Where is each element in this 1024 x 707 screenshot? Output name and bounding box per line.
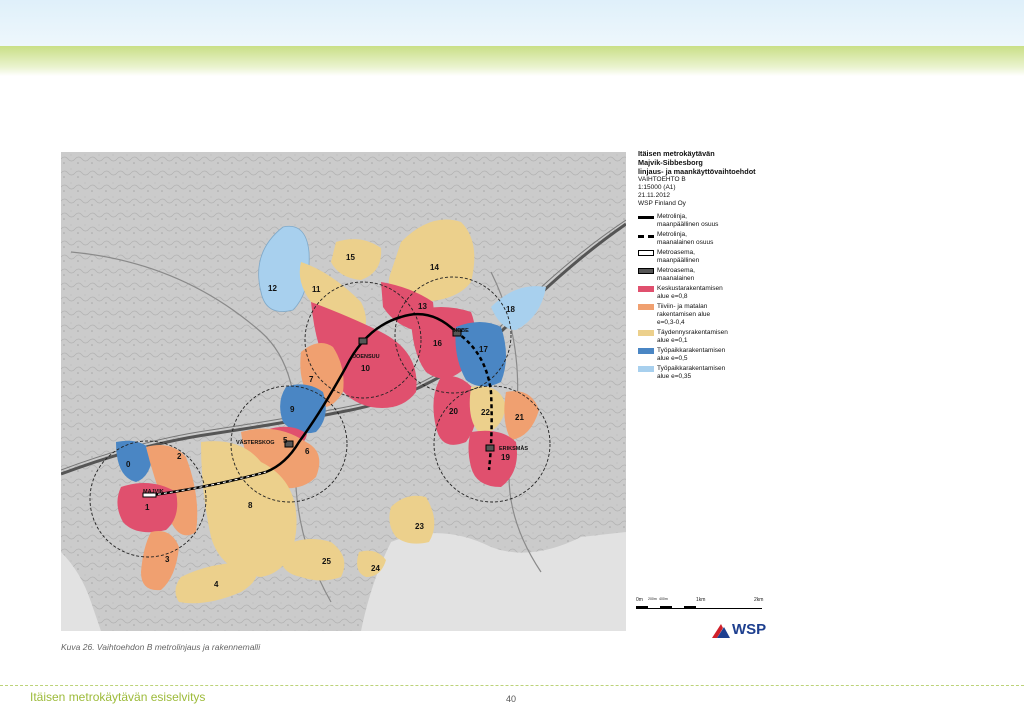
zone-label: 6	[305, 447, 310, 456]
legend-item-center: Keskustarakentamisen alue e=0,8	[638, 285, 788, 301]
zone-label: 7	[309, 375, 314, 384]
scale-baseline	[636, 608, 762, 609]
wsp-logo: WSP	[712, 621, 766, 638]
zone-label: 21	[515, 413, 524, 422]
legend-meta-line: 1:15000 (A1)	[638, 184, 676, 191]
work-swatch-icon	[638, 348, 654, 354]
legend-meta-line: 21.11.2012	[638, 192, 671, 199]
legend-item-work-light: Työpaikkarakentamisen alue e=0,35	[638, 365, 788, 381]
zone-label: 2	[177, 452, 182, 461]
map-legend: Itäisen metrokäytävän Majvik-Sibbesborg …	[638, 149, 788, 381]
dashed-line-swatch-icon	[638, 235, 654, 238]
legend-label-line: maanalainen	[657, 275, 695, 282]
footer-divider	[0, 685, 1024, 686]
zone-label: 12	[268, 284, 277, 293]
zone-label: 9	[290, 405, 295, 414]
station-joensuu	[358, 337, 368, 345]
legend-label-line: maanalainen osuus	[657, 239, 714, 246]
legend-item-station-underground: Metroasema, maanalainen	[638, 267, 788, 283]
legend-label-line: e=0,3-0,4	[657, 319, 685, 326]
place-label-majvik: MAJVIK	[143, 489, 164, 495]
legend-item-metro-above: Metrolinja, maanpäällinen osuus	[638, 213, 788, 229]
zone-label: 13	[418, 302, 427, 311]
scale-label: 0m	[636, 597, 643, 603]
legend-label-line: Metroasema,	[657, 249, 695, 256]
legend-label-line: Täydennysrakentamisen	[657, 329, 728, 336]
header-band-blue	[0, 0, 1024, 46]
legend-label-line: Metroasema,	[657, 267, 695, 274]
zone-label: 24	[371, 564, 380, 573]
legend-label-line: alue e=0,1	[657, 337, 688, 344]
station-dark-swatch-icon	[638, 268, 654, 274]
legend-item-work: Työpaikkarakentamisen alue e=0,5	[638, 347, 788, 363]
wsp-logo-text: WSP	[732, 621, 767, 638]
zone-label: 17	[479, 345, 488, 354]
station-swatch-icon	[638, 250, 654, 256]
zone-label: 19	[501, 453, 510, 462]
place-label-joensuu: JOENSUU	[353, 354, 380, 360]
legend-label-line: Työpaikkarakentamisen	[657, 365, 726, 372]
scale-label: 1km	[696, 597, 706, 603]
scale-bar: 0m 200m 400m 1km 2km	[636, 597, 766, 609]
zone-label: 16	[433, 339, 442, 348]
map-figure: 0 1 2 3 4 5 6 7 8 9 10 11 12 13 14 15 16…	[61, 152, 626, 631]
zone-9	[280, 384, 326, 434]
footer-title: Itäisen metrokäytävän esiselvitys	[30, 690, 206, 704]
zone-label: 25	[322, 557, 331, 566]
legend-label-line: Metrolinja,	[657, 231, 687, 238]
legend-item-dense: Tiiviin- ja matalan rakentamisen alue e=0,…	[638, 303, 788, 327]
zone-23	[389, 495, 435, 544]
legend-label-line: alue e=0,5	[657, 355, 688, 362]
map-svg: 0 1 2 3 4 5 6 7 8 9 10 11 12 13 14 15 16…	[61, 152, 626, 631]
legend-label-line: maanpäällinen	[657, 257, 700, 264]
legend-title-line: linjaus- ja maankäyttövaihtoehdot	[638, 167, 756, 176]
place-label-sibbe: SIBBE	[452, 328, 469, 334]
place-label-vasterskog: VÄSTERSKOG	[236, 439, 275, 446]
center-swatch-icon	[638, 286, 654, 292]
zone-label: 15	[346, 253, 355, 262]
zone-label: 23	[415, 522, 424, 531]
zone-label: 8	[248, 501, 253, 510]
zone-label: 14	[430, 263, 439, 272]
legend-label-line: alue e=0,35	[657, 373, 692, 380]
legend-label-line: Tiiviin- ja matalan	[657, 303, 708, 310]
legend-label-line: alue e=0,8	[657, 293, 688, 300]
dense-swatch-icon	[638, 304, 654, 310]
page-number: 40	[506, 694, 517, 704]
legend-item-metro-underground: Metrolinja, maanalainen osuus	[638, 231, 788, 247]
legend-label-line: rakentamisen alue	[657, 311, 711, 318]
legend-item-station-above: Metroasema, maanpäällinen	[638, 249, 788, 265]
legend-label-line: Keskustarakentamisen	[657, 285, 723, 292]
zone-label: 20	[449, 407, 458, 416]
wsp-logo-mark-icon	[712, 623, 730, 638]
zone-label: 1	[145, 503, 150, 512]
zone-label: 18	[506, 305, 515, 314]
zone-label: 0	[126, 460, 131, 469]
zone-label: 5	[283, 436, 288, 445]
work-light-swatch-icon	[638, 366, 654, 372]
legend-title-line: Itäisen metrokäytävän	[638, 149, 715, 158]
legend-title-line: Majvik-Sibbesborg	[638, 158, 703, 167]
legend-label-line: Työpaikkarakentamisen	[657, 347, 726, 354]
legend-label-line: maanpäällinen osuus	[657, 221, 719, 228]
scale-label: 400m	[659, 597, 668, 601]
zone-label: 11	[312, 285, 321, 294]
legend-meta-line: WSP Finland Oy	[638, 200, 686, 207]
zone-label: 10	[361, 364, 370, 373]
legend-item-infill: Täydennysrakentamisen alue e=0,1	[638, 329, 788, 345]
figure-caption: Kuva 26. Vaihtoehdon B metrolinjaus ja r…	[61, 642, 261, 652]
zone-label: 22	[481, 408, 490, 417]
zone-label: 3	[165, 555, 170, 564]
scale-label: 2km	[754, 597, 764, 603]
station-eriksmas	[485, 444, 495, 452]
scale-label: 200m	[648, 597, 657, 601]
place-label-eriksmas: ERIKSMÅS	[499, 445, 528, 452]
infill-swatch-icon	[638, 330, 654, 336]
line-swatch-icon	[638, 216, 654, 219]
legend-label-line: Metrolinja,	[657, 213, 687, 220]
header-band-green	[0, 46, 1024, 76]
legend-meta-line: VAIHTOEHTO B	[638, 176, 686, 183]
zone-label: 4	[214, 580, 219, 589]
